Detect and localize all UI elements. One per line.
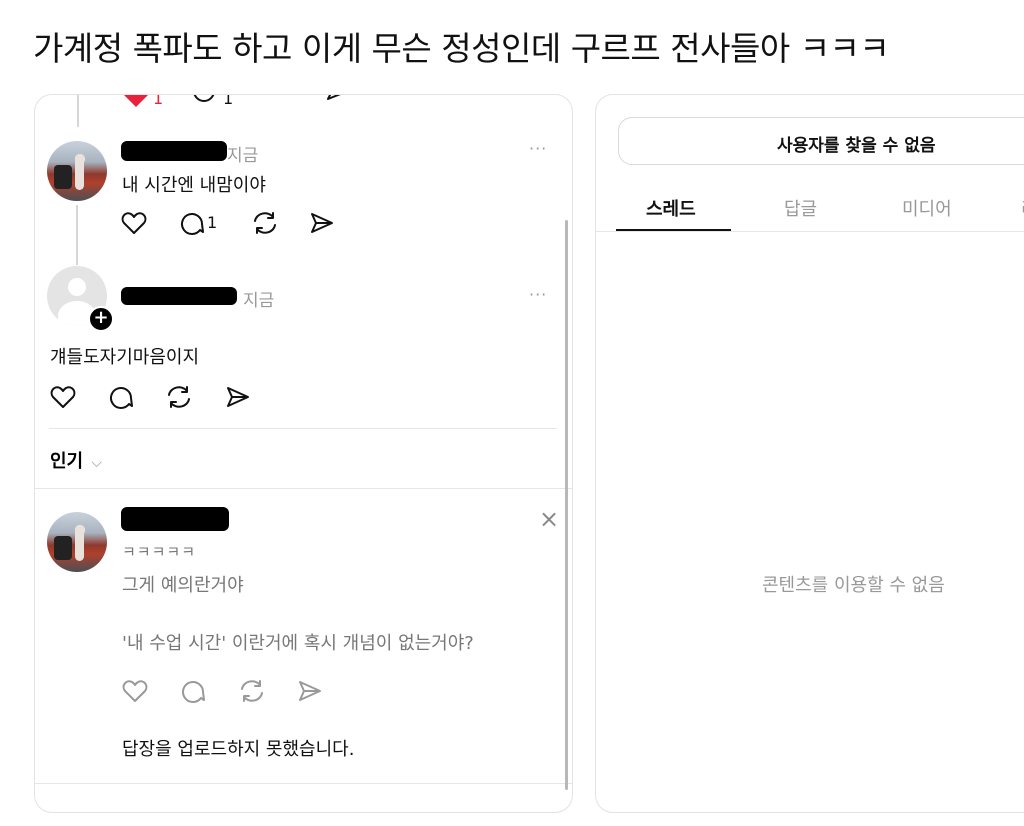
avatar-figure [54,536,73,560]
reply-text: ㅋㅋㅋㅋㅋ [122,543,197,561]
close-icon[interactable]: × [539,507,559,531]
redacted-username [121,287,237,305]
redacted-username [121,507,229,531]
sort-label: 인기 [50,451,84,472]
user-not-found-button[interactable]: 사용자를 찾을 수 없음 [618,117,1024,165]
tab-threads[interactable]: 스레드 [646,195,696,221]
share-icon[interactable] [225,385,251,409]
reply-count: 1 [223,94,234,108]
share-icon[interactable] [309,211,335,235]
repost-icon[interactable] [165,385,193,409]
tab-replies[interactable]: 답글 [784,195,817,221]
like-filled-icon[interactable] [121,95,151,107]
sort-dropdown[interactable]: 인기 ⌵ [50,447,102,473]
reply-count: 1 [207,213,218,232]
repost-icon[interactable] [265,94,293,105]
heart-icon[interactable] [122,679,148,703]
more-button[interactable]: ··· [529,139,547,158]
reply-icon[interactable] [179,211,205,235]
like-count: 1 [153,94,164,108]
upload-error-text: 답장을 업로드하지 못했습니다. [122,739,355,760]
post-text: 내 시간엔 내맘이야 [122,175,266,196]
avatar-figure [74,154,85,191]
avatar-head [68,278,86,296]
post-time: 지금 [227,146,259,166]
avatar[interactable] [47,512,107,572]
avatar[interactable] [47,141,107,201]
reply-text: 그게 예의란거야 [122,575,244,596]
thread-line [76,205,78,265]
divider [35,488,572,489]
right-panel: 사용자를 찾을 수 없음 스레드 답글 미디어 리 콘텐츠를 이용할 수 없음 [595,94,1024,813]
post-text: 걔들도자기마음이지 [50,347,200,368]
heart-icon[interactable] [121,211,147,235]
post-time: 지금 [243,291,275,311]
repost-icon[interactable] [238,679,266,703]
chevron-down-icon: ⌵ [91,455,103,471]
empty-message: 콘텐츠를 이용할 수 없음 [762,575,945,596]
share-icon[interactable] [297,679,323,703]
avatar-figure [54,165,73,189]
headline: 가계정 폭파도 하고 이게 무슨 정성인데 구르프 전사들아 ㅋㅋㅋ [33,29,890,68]
left-panel: 1 1 지금 ··· 내 시간엔 내맘이야 1 + 지금 ··· 걔들도자기마음… [34,94,573,813]
thread-line [77,95,79,127]
reply-icon[interactable] [180,679,206,703]
heart-icon[interactable] [50,385,76,409]
reply-text: '내 수업 시간' 이란거에 혹시 개념이 없는거야? [122,633,474,654]
more-button[interactable]: ··· [529,285,547,304]
scrollbar[interactable] [565,220,568,790]
redacted-username [121,141,227,161]
follow-plus-icon[interactable]: + [88,306,114,332]
reply-icon[interactable] [191,95,217,105]
button-label: 사용자를 찾을 수 없음 [777,136,936,156]
divider [596,231,1024,232]
tab-media[interactable]: 미디어 [902,195,952,221]
repost-icon[interactable] [251,211,279,235]
divider [49,428,557,429]
reply-icon[interactable] [108,385,134,409]
share-icon[interactable] [325,95,351,105]
avatar-figure [74,525,85,562]
divider [35,783,572,784]
